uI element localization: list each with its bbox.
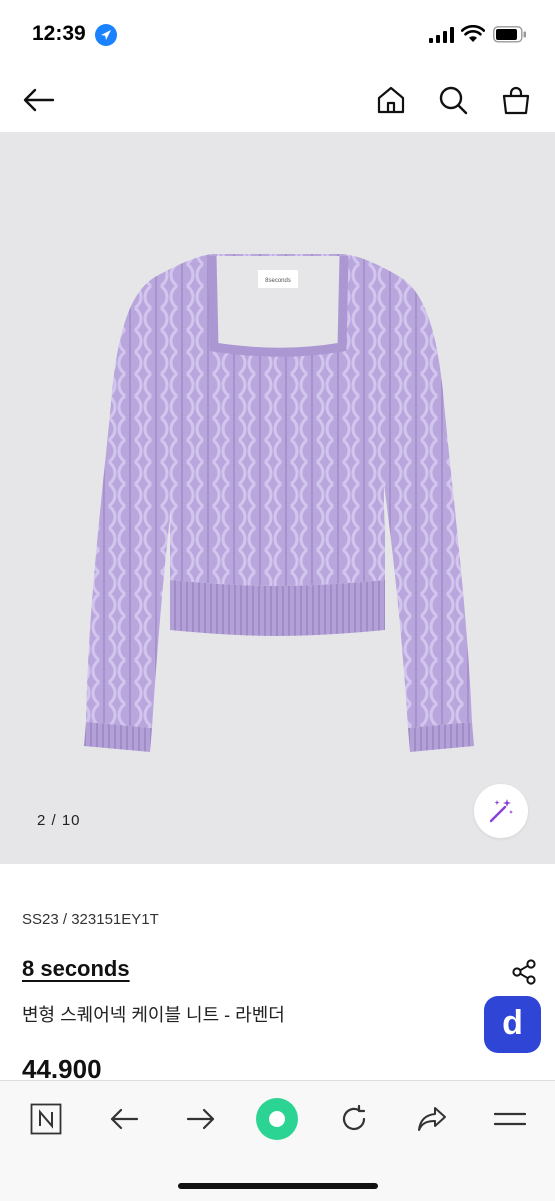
naver-n-icon <box>30 1103 62 1135</box>
back-icon <box>110 1108 139 1130</box>
season-product-code: SS23 / 323151EY1T <box>22 911 159 928</box>
search-button[interactable] <box>435 82 471 118</box>
product-image-gallery[interactable]: 8seconds 2 / 10 <box>0 132 555 864</box>
garment-label: 8seconds <box>265 278 291 284</box>
location-arrow-icon <box>95 24 117 46</box>
menu-icon <box>494 1112 526 1126</box>
home-button[interactable] <box>373 82 409 118</box>
wifi-icon <box>461 25 485 42</box>
top-nav <box>0 68 555 132</box>
d-logo-icon: d <box>502 1003 523 1042</box>
refresh-icon <box>342 1104 366 1131</box>
magic-wand-icon <box>489 799 513 823</box>
menu-button[interactable] <box>490 1099 530 1139</box>
browser-toolbar <box>0 1080 555 1201</box>
product-name: 변형 스퀘어넥 케이블 니트 - 라벤더 <box>22 1005 285 1025</box>
naver-home-button[interactable] <box>26 1099 66 1139</box>
back-button[interactable] <box>21 82 57 118</box>
search-icon <box>439 86 468 115</box>
d-floating-button[interactable]: d <box>484 996 541 1053</box>
cart-button[interactable] <box>498 82 534 118</box>
shopping-bag-icon <box>502 86 530 115</box>
battery-icon <box>493 26 526 43</box>
status-time: 12:39 <box>32 22 86 45</box>
forward-icon <box>186 1108 215 1130</box>
home-icon <box>377 86 405 114</box>
share-page-button[interactable] <box>412 1099 452 1139</box>
browser-back-button[interactable] <box>104 1099 144 1139</box>
share-icon <box>418 1107 446 1131</box>
home-indicator <box>178 1183 378 1189</box>
product-photo: 8seconds <box>84 254 474 752</box>
back-arrow-icon <box>23 88 55 112</box>
magic-wand-button[interactable] <box>474 784 528 838</box>
signal-icon <box>429 27 454 43</box>
green-dot-icon <box>256 1098 298 1140</box>
status-bar: 12:39 <box>0 0 555 68</box>
browser-forward-button[interactable] <box>181 1099 221 1139</box>
share-nodes-icon <box>512 959 536 985</box>
brand-link[interactable]: 8 seconds <box>22 956 130 982</box>
share-product-button[interactable] <box>510 958 538 986</box>
green-dot-button[interactable] <box>253 1095 301 1143</box>
image-page-counter: 2 / 10 <box>37 812 81 829</box>
refresh-button[interactable] <box>334 1099 374 1139</box>
